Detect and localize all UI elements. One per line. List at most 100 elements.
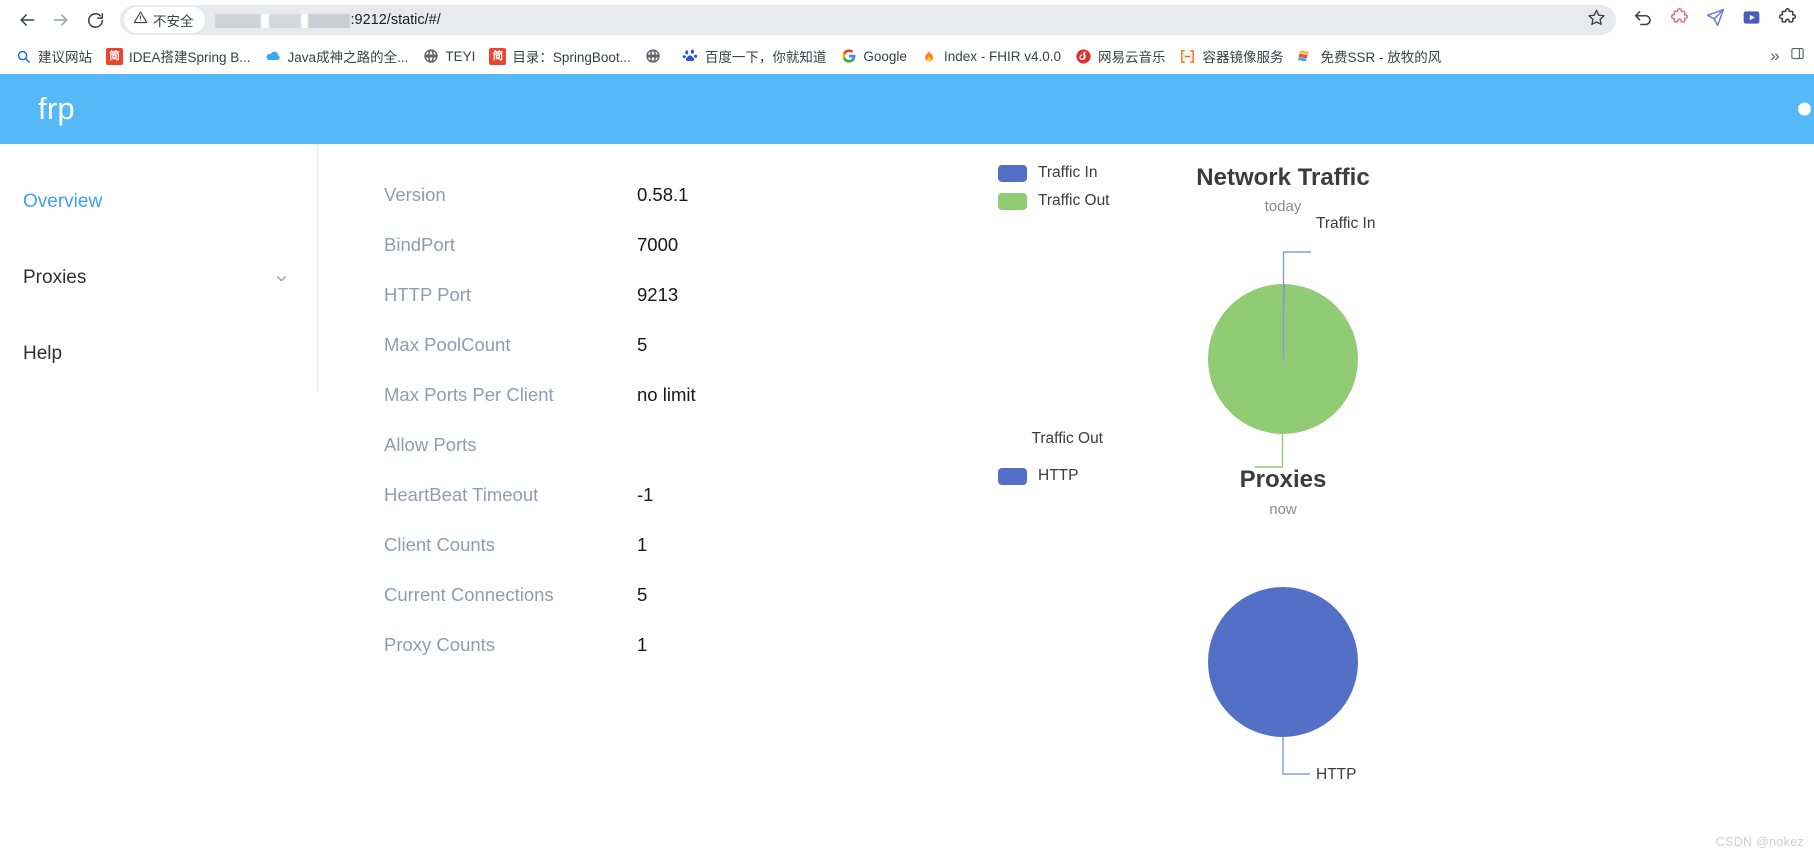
bookmarks-bar: 建议网站 简 IDEA搭建Spring B... Java成神之路的全... T… bbox=[0, 40, 1814, 72]
jianshu-icon: 简 bbox=[106, 47, 123, 65]
jianshu-icon: 简 bbox=[489, 47, 507, 65]
info-key: Allow Ports bbox=[384, 434, 477, 455]
media-button[interactable] bbox=[1734, 3, 1768, 37]
pie-label-traffic-out: Traffic Out bbox=[1031, 430, 1104, 447]
legend-label: Traffic Out bbox=[1038, 192, 1110, 209]
info-key: HTTP Port bbox=[384, 284, 472, 305]
legend-item-traffic-out[interactable]: Traffic Out bbox=[998, 192, 1110, 210]
app-body: Overview Proxies Help Version 0.58.1 Bin… bbox=[0, 144, 1814, 856]
baidu-icon bbox=[682, 48, 699, 65]
forward-button[interactable] bbox=[44, 3, 78, 37]
table-row: Proxy Counts 1 bbox=[384, 620, 948, 670]
table-row: HeartBeat Timeout -1 bbox=[384, 470, 948, 520]
bookmark-item-container-registry[interactable]: 容器镜像服务 bbox=[1172, 43, 1290, 69]
legend-item-traffic-in[interactable]: Traffic In bbox=[998, 164, 1110, 182]
bookmark-label: 目录：SpringBoot... bbox=[512, 50, 631, 65]
bookmarks-side-panel-button[interactable] bbox=[1788, 43, 1806, 69]
bookmark-item-netease-music[interactable]: 网易云音乐 bbox=[1068, 43, 1173, 69]
legend-label: HTTP bbox=[1038, 467, 1079, 484]
url-text: :9212/static/#/ bbox=[350, 12, 441, 28]
legend-item-http[interactable]: HTTP bbox=[998, 467, 1078, 485]
sidebar-item-help[interactable]: Help bbox=[0, 316, 317, 392]
table-row: Allow Ports bbox=[384, 420, 948, 470]
forward-arrow-icon bbox=[51, 10, 71, 30]
legend-swatch-http bbox=[998, 467, 1027, 485]
sidebar: Overview Proxies Help bbox=[0, 144, 318, 392]
watermark: CSDN @nokez bbox=[1715, 835, 1804, 849]
info-value: 0.58.1 bbox=[637, 184, 689, 205]
bookmark-label: 网易云音乐 bbox=[1097, 50, 1166, 65]
pie-label-http: HTTP bbox=[1316, 766, 1357, 783]
sidebar-item-label: Overview bbox=[23, 191, 103, 212]
table-row: BindPort 7000 bbox=[384, 220, 948, 270]
globe-icon bbox=[422, 48, 439, 65]
bookmark-item-baidu[interactable]: 百度一下，你就知道 bbox=[675, 43, 834, 69]
site-security-chip[interactable]: 不安全 bbox=[124, 7, 205, 33]
app-header: frp bbox=[0, 74, 1814, 144]
info-value: 9213 bbox=[637, 284, 679, 305]
content-area: Version 0.58.1 BindPort 7000 HTTP Port 9… bbox=[318, 144, 1814, 856]
bookmark-item-idea-spring[interactable]: 简 IDEA搭建Spring B... bbox=[99, 43, 258, 69]
search-icon bbox=[15, 48, 32, 65]
table-row: Version 0.58.1 bbox=[384, 170, 948, 220]
bookmark-label: IDEA搭建Spring B... bbox=[129, 50, 251, 65]
reload-button[interactable] bbox=[78, 3, 112, 37]
back-arrow-icon bbox=[17, 10, 37, 30]
bookmark-item-google[interactable]: Google bbox=[833, 45, 914, 68]
bookmark-item-springboot-toc[interactable]: 简 目录：SpringBoot... bbox=[482, 43, 638, 69]
app-logo: frp bbox=[38, 91, 75, 126]
legend-swatch-traffic-in bbox=[998, 164, 1027, 182]
bookmark-item-java-path[interactable]: Java成神之路的全... bbox=[258, 43, 416, 69]
pie-label-traffic-in: Traffic In bbox=[1316, 215, 1376, 232]
extensions-menu-button[interactable] bbox=[1770, 3, 1804, 37]
sidebar-item-label: Help bbox=[23, 343, 63, 364]
info-key: Max Ports Per Client bbox=[384, 384, 554, 405]
info-value: 5 bbox=[637, 584, 648, 605]
info-value: 1 bbox=[637, 534, 648, 555]
chevron-down-icon bbox=[274, 271, 289, 286]
info-key: Version bbox=[384, 184, 446, 205]
info-value: no limit bbox=[637, 384, 696, 405]
bookmark-item-globe-only[interactable] bbox=[638, 45, 675, 68]
bookmark-label: 百度一下，你就知道 bbox=[704, 50, 827, 65]
redacted-host bbox=[214, 13, 350, 28]
netease-music-icon bbox=[1075, 48, 1092, 65]
bookmark-label: 建议网站 bbox=[38, 50, 92, 65]
sidebar-item-overview[interactable]: Overview bbox=[0, 164, 317, 240]
star-icon bbox=[1587, 8, 1606, 32]
extension-puzzle-icon bbox=[1669, 7, 1690, 33]
info-value: -1 bbox=[637, 484, 654, 505]
warning-triangle-icon bbox=[133, 10, 148, 30]
chart-subtitle: now bbox=[1269, 501, 1297, 518]
address-bar[interactable]: 不安全 :9212/static/#/ bbox=[120, 5, 1616, 35]
header-indicator-dot bbox=[1798, 102, 1811, 116]
charts-panel: Traffic In Traffic Out Network Traffic t… bbox=[948, 144, 1814, 856]
url-text-wrapper[interactable]: :9212/static/#/ bbox=[214, 12, 441, 28]
bookmarks-overflow-button[interactable]: » bbox=[1762, 43, 1788, 69]
flame-icon bbox=[921, 48, 938, 65]
info-value: 5 bbox=[637, 334, 648, 355]
send-button[interactable] bbox=[1698, 3, 1732, 37]
proxies-legend: HTTP bbox=[998, 467, 1078, 485]
extensions-icon bbox=[1777, 7, 1798, 33]
bookmark-item-fhir[interactable]: Index - FHIR v4.0.0 bbox=[914, 45, 1068, 68]
google-icon bbox=[840, 48, 857, 65]
back-button[interactable] bbox=[10, 3, 44, 37]
bookmark-item-free-ssr[interactable]: 免费SSR - 放牧的风 bbox=[1290, 43, 1448, 69]
info-key: Current Connections bbox=[384, 584, 554, 605]
info-value: 1 bbox=[637, 634, 648, 655]
table-row: Current Connections 5 bbox=[384, 570, 948, 620]
bookmark-item-teyi[interactable]: TEYI bbox=[415, 45, 482, 68]
bookmark-label: TEYI bbox=[445, 48, 476, 64]
container-registry-icon bbox=[1179, 48, 1196, 65]
media-icon bbox=[1741, 7, 1762, 33]
info-key: Max PoolCount bbox=[384, 334, 511, 355]
security-label: 不安全 bbox=[153, 14, 194, 29]
info-key: BindPort bbox=[384, 234, 455, 255]
undo-button[interactable] bbox=[1626, 3, 1660, 37]
undo-icon bbox=[1633, 7, 1654, 33]
bookmark-star-button[interactable] bbox=[1584, 8, 1608, 32]
sidebar-item-proxies[interactable]: Proxies bbox=[0, 240, 317, 316]
bookmark-item-suggested-sites[interactable]: 建议网站 bbox=[8, 43, 99, 69]
extension-button[interactable] bbox=[1662, 3, 1696, 37]
